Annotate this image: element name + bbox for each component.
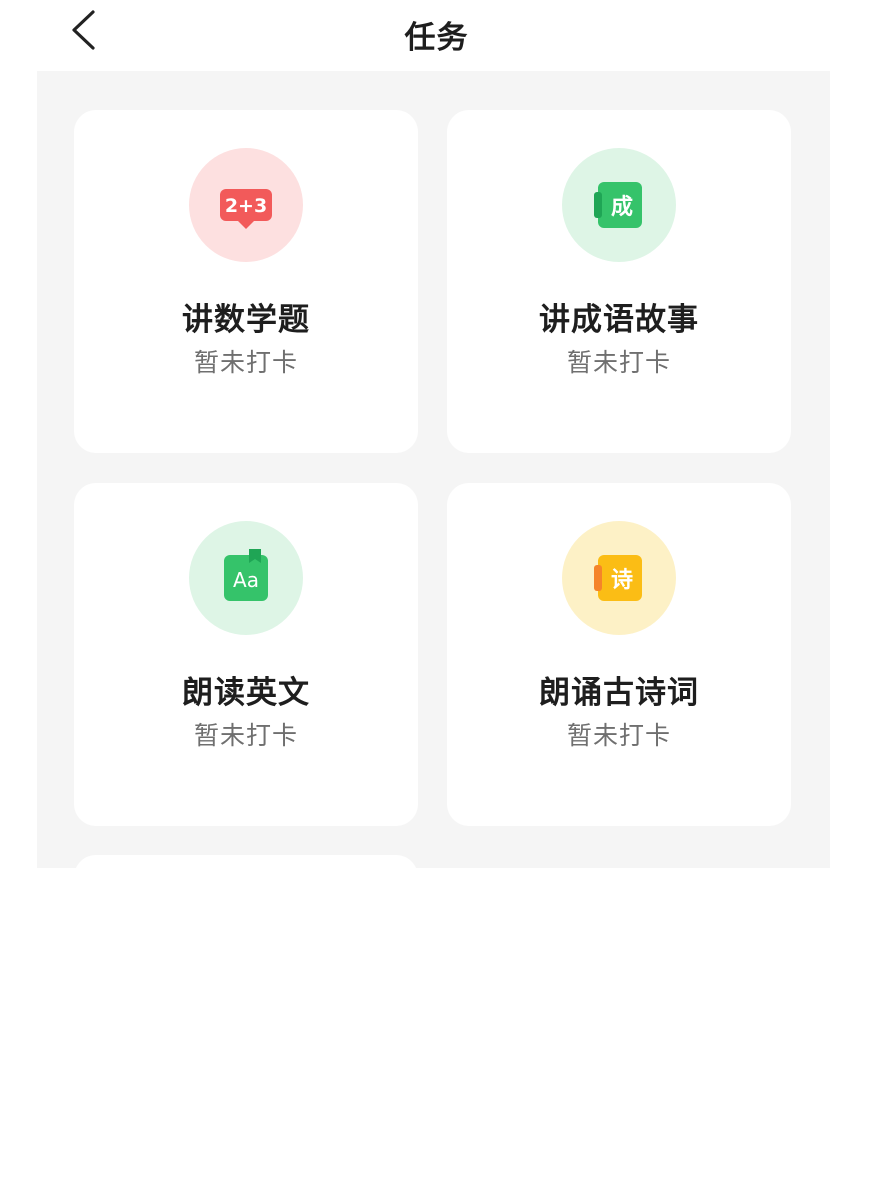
- english-icon-circle: Aa: [189, 521, 303, 635]
- english-book-icon: Aa: [224, 549, 268, 601]
- poem-icon-text: 诗: [611, 568, 633, 593]
- task-status: 暂未打卡: [193, 721, 298, 750]
- english-icon-text: Aa: [233, 568, 259, 592]
- task-card-idiom[interactable]: 成 讲成语故事 暂未打卡: [447, 110, 791, 453]
- task-title: 讲数学题: [182, 302, 310, 338]
- math-icon-circle: 2+3: [189, 148, 303, 262]
- task-status: 暂未打卡: [566, 721, 671, 750]
- task-title: 朗读英文: [182, 675, 310, 711]
- task-status: 暂未打卡: [193, 348, 298, 377]
- idiom-icon-text: 成: [611, 195, 633, 220]
- idiom-book-icon: 成: [594, 182, 642, 228]
- math-icon-text: 2+3: [225, 195, 267, 217]
- poem-icon-circle: 诗: [562, 521, 676, 635]
- idiom-icon-circle: 成: [562, 148, 676, 262]
- math-bubble-icon: 2+3: [220, 189, 272, 229]
- header: 任务: [0, 0, 873, 62]
- task-card-partial[interactable]: [74, 855, 418, 1198]
- task-grid: 2+3 讲数学题 暂未打卡 成 讲成语故事 暂未打卡 Aa 朗读英文 暂未打卡: [37, 71, 830, 1198]
- task-card-poem[interactable]: 诗 朗诵古诗词 暂未打卡: [447, 483, 791, 826]
- task-card-math[interactable]: 2+3 讲数学题 暂未打卡: [74, 110, 418, 453]
- poem-book-icon: 诗: [594, 555, 642, 601]
- task-title: 讲成语故事: [539, 302, 699, 338]
- task-status: 暂未打卡: [566, 348, 671, 377]
- page-title: 任务: [404, 20, 469, 56]
- task-title: 朗诵古诗词: [539, 675, 699, 711]
- task-card-english[interactable]: Aa 朗读英文 暂未打卡: [74, 483, 418, 826]
